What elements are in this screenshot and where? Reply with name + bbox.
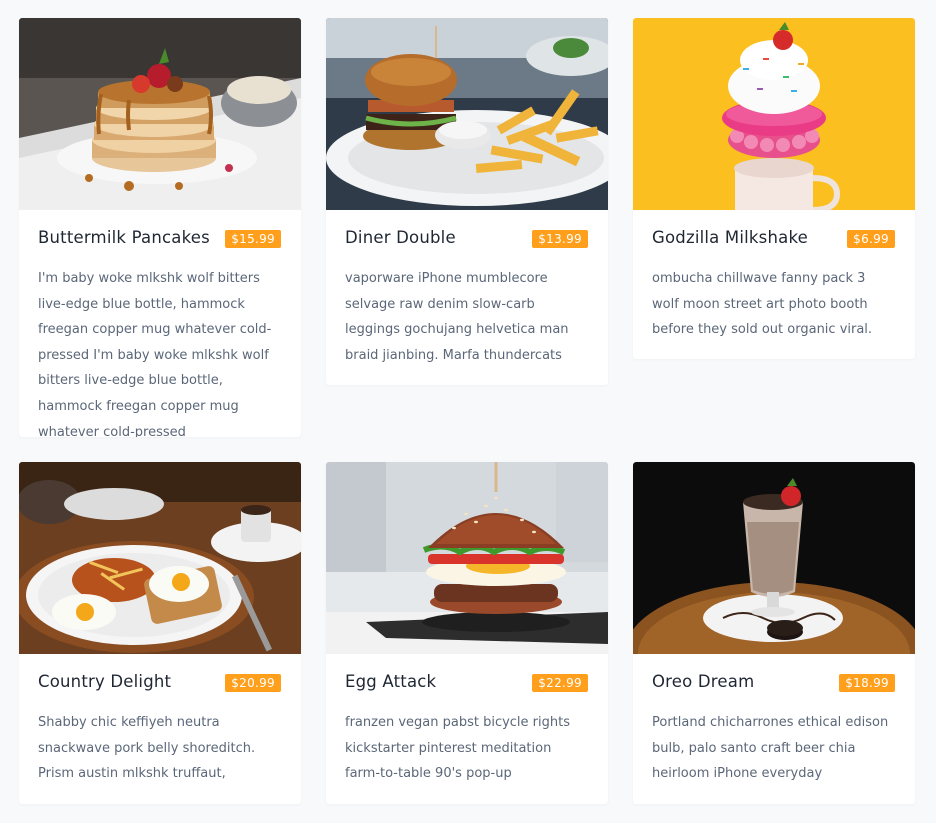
item-description: I'm baby woke mlkshk wolf bitters live-e…	[38, 271, 272, 437]
menu-item-card[interactable]: Buttermilk Pancakes $15.99 I'm baby woke…	[19, 18, 301, 437]
card-header: Godzilla Milkshake $6.99	[633, 210, 915, 266]
item-description: ombucha chillwave fanny pack 3 wolf moon…	[652, 271, 873, 338]
price-badge: $13.99	[532, 230, 588, 248]
card-header: Buttermilk Pancakes $15.99	[19, 210, 301, 266]
milkshake-photo	[633, 18, 915, 210]
breakfast-plate-photo	[19, 462, 301, 654]
item-title: Egg Attack	[345, 672, 437, 691]
item-title: Godzilla Milkshake	[652, 228, 808, 247]
item-title: Buttermilk Pancakes	[38, 228, 210, 247]
item-description: vaporware iPhone mumblecore selvage raw …	[345, 271, 569, 363]
menu-item-card[interactable]: Diner Double $13.99 vaporware iPhone mum…	[326, 18, 608, 385]
card-header: Oreo Dream $18.99	[633, 654, 915, 710]
oreo-shake-photo	[633, 462, 915, 654]
card-header: Egg Attack $22.99	[326, 654, 608, 710]
menu-item-card[interactable]: Godzilla Milkshake $6.99 ombucha chillwa…	[633, 18, 915, 359]
item-title: Country Delight	[38, 672, 172, 691]
item-description: Shabby chic keffiyeh neutra snackwave po…	[38, 715, 256, 782]
egg-burger-photo	[326, 462, 608, 654]
menu-grid: Buttermilk Pancakes $15.99 I'm baby woke…	[0, 0, 936, 823]
price-badge: $15.99	[225, 230, 281, 248]
menu-item-card[interactable]: Country Delight $20.99 Shabby chic keffi…	[19, 462, 301, 804]
menu-item-card[interactable]: Oreo Dream $18.99 Portland chicharrones …	[633, 462, 915, 804]
menu-item-card[interactable]: Egg Attack $22.99 franzen vegan pabst bi…	[326, 462, 608, 804]
burger-fries-photo	[326, 18, 608, 210]
card-header: Country Delight $20.99	[19, 654, 301, 710]
item-title: Oreo Dream	[652, 672, 755, 691]
card-header: Diner Double $13.99	[326, 210, 608, 266]
price-badge: $6.99	[847, 230, 895, 248]
pancakes-photo	[19, 18, 301, 210]
item-description: Portland chicharrones ethical edison bul…	[652, 715, 889, 782]
item-description: franzen vegan pabst bicycle rights kicks…	[345, 715, 570, 782]
item-title: Diner Double	[345, 228, 456, 247]
price-badge: $22.99	[532, 674, 588, 692]
price-badge: $20.99	[225, 674, 281, 692]
price-badge: $18.99	[839, 674, 895, 692]
